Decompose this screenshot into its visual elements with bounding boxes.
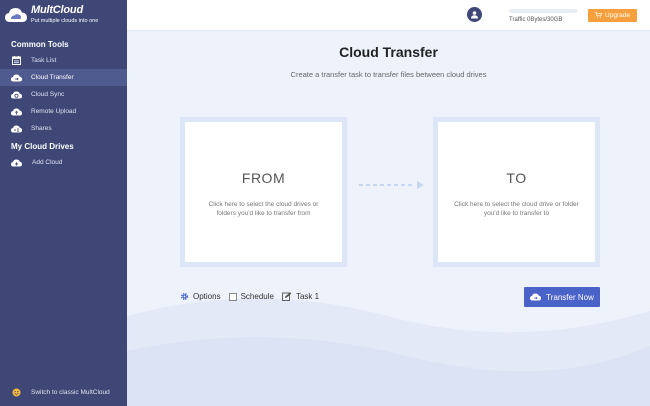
cloud-transfer-icon — [11, 73, 22, 82]
to-panel[interactable]: TO Click here to select the cloud drive … — [433, 117, 600, 267]
from-panel[interactable]: FROM Click here to select the cloud driv… — [180, 117, 347, 267]
from-description: Click here to select the cloud drives or… — [208, 201, 319, 217]
gear-icon — [180, 292, 189, 301]
page-title: Cloud Transfer — [339, 44, 438, 60]
task-name-field[interactable]: Task 1 — [281, 292, 320, 301]
sidebar-item-label: Cloud Transfer — [31, 74, 74, 81]
to-heading: TO — [506, 170, 527, 186]
from-select-area[interactable]: FROM Click here to select the cloud driv… — [185, 122, 342, 262]
sidebar-item-label: Remote Upload — [31, 108, 77, 115]
to-select-area[interactable]: TO Click here to select the cloud drive … — [438, 122, 595, 262]
task-list-icon — [11, 56, 22, 65]
transfer-now-button[interactable]: Transfer Now — [524, 287, 600, 307]
sidebar-item-cloud-sync[interactable]: Cloud Sync — [0, 86, 127, 103]
transfer-now-label: Transfer Now — [546, 292, 594, 302]
sidebar-item-task-list[interactable]: Task List — [0, 52, 127, 69]
sidebar-item-add-cloud[interactable]: Add Cloud — [0, 154, 127, 171]
schedule-checkbox[interactable] — [228, 292, 237, 301]
sidebar-item-shares[interactable]: Shares — [0, 120, 127, 137]
add-cloud-icon — [11, 158, 22, 167]
top-bar: Traffic 0Bytes/30GB Upgrade — [127, 0, 650, 31]
options-label: Options — [193, 292, 221, 301]
section-my-cloud-drives: My Cloud Drives — [11, 142, 74, 151]
cloud-icon — [530, 293, 542, 301]
brand[interactable]: MultCloud Put multiple clouds into one — [0, 0, 127, 30]
shares-icon — [11, 124, 22, 133]
schedule-toggle[interactable]: Schedule — [228, 292, 274, 301]
options-button[interactable]: Options — [180, 292, 221, 301]
transfer-arrow-icon — [359, 181, 424, 189]
traffic-progress-bar — [509, 9, 577, 13]
smiley-icon — [11, 388, 22, 397]
cloud-sync-icon — [11, 90, 22, 99]
page-subtitle: Create a transfer task to transfer files… — [290, 70, 487, 79]
brand-name: MultCloud — [31, 4, 83, 16]
sidebar-item-label: Shares — [31, 125, 52, 132]
schedule-label: Schedule — [240, 292, 274, 301]
sidebar-item-remote-upload[interactable]: Remote Upload — [0, 103, 127, 120]
switch-classic-label: Switch to classic MultCloud — [31, 389, 110, 396]
upgrade-label: Upgrade — [605, 12, 630, 19]
sidebar-item-cloud-transfer[interactable]: Cloud Transfer — [0, 69, 127, 86]
from-heading: FROM — [241, 170, 286, 186]
multcloud-logo-icon — [5, 8, 27, 22]
task-options-row: Options Schedule Task 1 — [180, 292, 327, 301]
sidebar-item-label: Task List — [31, 57, 57, 64]
to-description: Click here to select the cloud drive or … — [454, 201, 579, 217]
traffic-usage-text: Traffic 0Bytes/30GB — [509, 17, 563, 23]
cart-icon — [595, 11, 603, 20]
task-name: Task 1 — [295, 292, 320, 301]
sidebar-item-label: Add Cloud — [32, 159, 63, 166]
brand-tagline: Put multiple clouds into one — [31, 18, 99, 24]
sidebar-item-label: Cloud Sync — [31, 91, 65, 98]
user-avatar-icon[interactable] — [467, 7, 482, 22]
switch-classic-link[interactable]: Switch to classic MultCloud — [11, 388, 110, 397]
remote-upload-icon — [11, 107, 22, 116]
sidebar: MultCloud Put multiple clouds into one C… — [0, 0, 127, 406]
upgrade-button[interactable]: Upgrade — [588, 9, 637, 22]
section-common-tools: Common Tools — [11, 40, 69, 49]
main-content: Cloud Transfer Create a transfer task to… — [127, 31, 650, 406]
edit-icon — [281, 292, 292, 301]
